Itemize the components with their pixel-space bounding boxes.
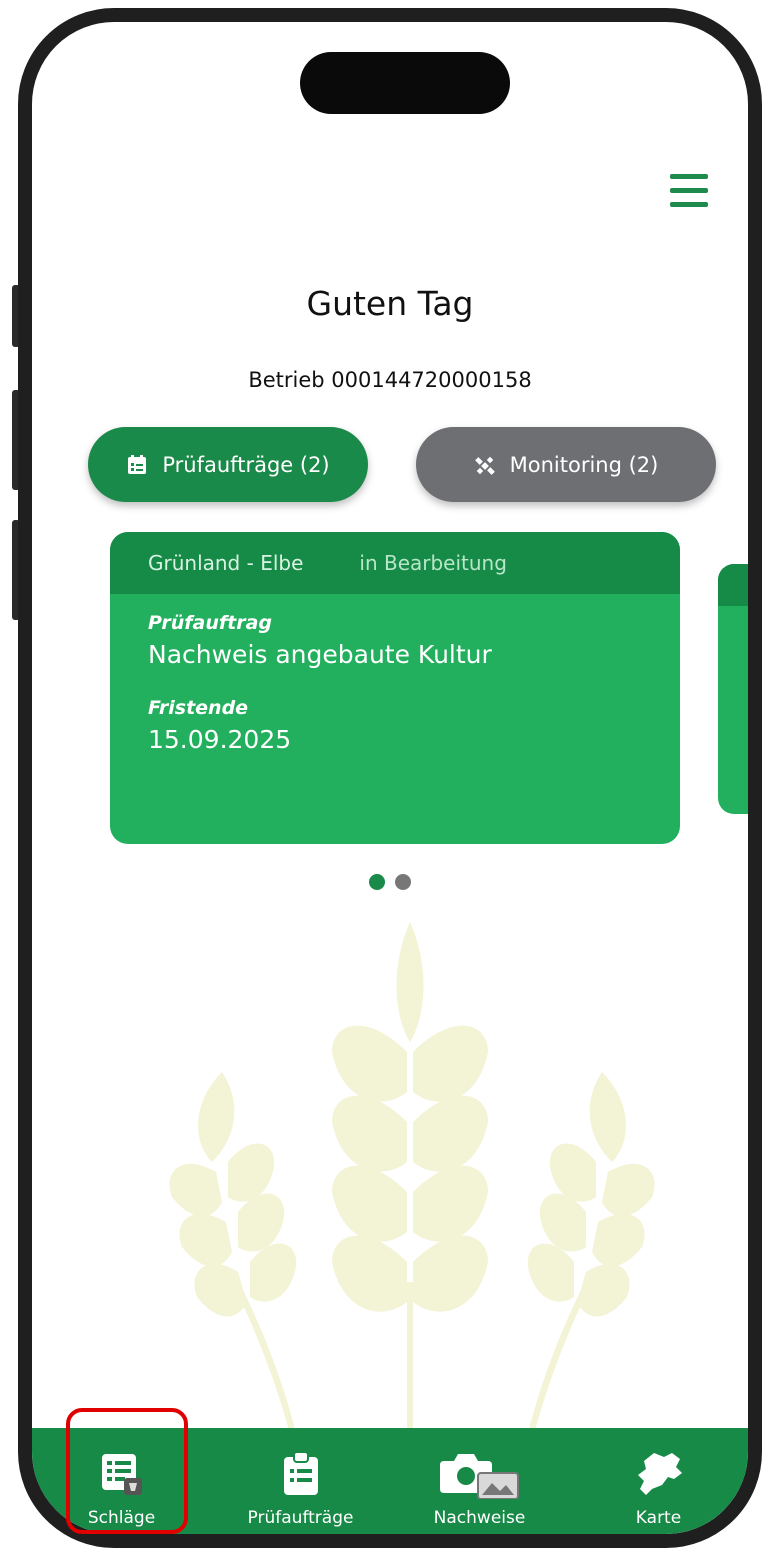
checklist-icon [126,454,148,476]
pruefauftrag-card[interactable]: Grünland - Elbe in Bearbeitung Prüfauftr… [110,532,680,844]
carousel-pagination [32,874,748,890]
nav-item-pruefauftraege[interactable]: Prüfaufträge [231,1450,371,1528]
card-header: Grünland - Elbe in Bearbeitung [110,532,680,594]
pruefauftraege-filter-button[interactable]: Prüfaufträge (2) [88,427,368,502]
camera-gallery-icon [438,1450,522,1499]
card-field-name: Grünland - Elbe [148,551,304,575]
nav-item-nachweise[interactable]: Nachweise [410,1450,550,1528]
card-deadline-label: Fristende [148,697,249,719]
monitoring-filter-button[interactable]: Monitoring (2) [416,427,716,502]
field-list-icon [96,1450,148,1498]
card-deadline-value: 15.09.2025 [148,725,292,754]
nav-label-nachweise: Nachweise [433,1508,526,1528]
greeting-title: Guten Tag [306,284,474,323]
dynamic-island [300,52,510,114]
card-status: in Bearbeitung [359,551,507,575]
satellite-icon [474,454,496,476]
nav-label-schlaege: Schläge [87,1508,156,1528]
monitoring-filter-label: Monitoring (2) [509,452,659,477]
map-region-icon [633,1450,685,1498]
card-type-label: Prüfauftrag [148,612,272,634]
nav-label-pruefauftraege: Prüfaufträge [247,1508,354,1528]
carousel-dot-active[interactable] [369,874,385,890]
clipboard-icon [275,1450,327,1498]
carousel-dot[interactable] [395,874,411,890]
phone-frame: Guten Tag Betrieb 000144720000158 Prüfau… [18,8,762,1548]
betrieb-number: Betrieb 000144720000158 [248,368,532,392]
pruefauftraege-filter-label: Prüfaufträge (2) [162,452,330,477]
nav-item-schlaege[interactable]: Schläge [52,1450,192,1528]
wheat-background-illustration [169,922,655,1442]
nav-label-karte: Karte [635,1508,682,1528]
nav-item-karte[interactable]: Karte [589,1450,729,1528]
hamburger-menu-icon[interactable] [670,174,708,214]
bottom-navigation-bar: Schläge Prüfaufträge Nachweise Karte [32,1428,748,1534]
card-type-value: Nachweis angebaute Kultur [148,640,492,669]
next-card-peek[interactable] [718,564,748,814]
